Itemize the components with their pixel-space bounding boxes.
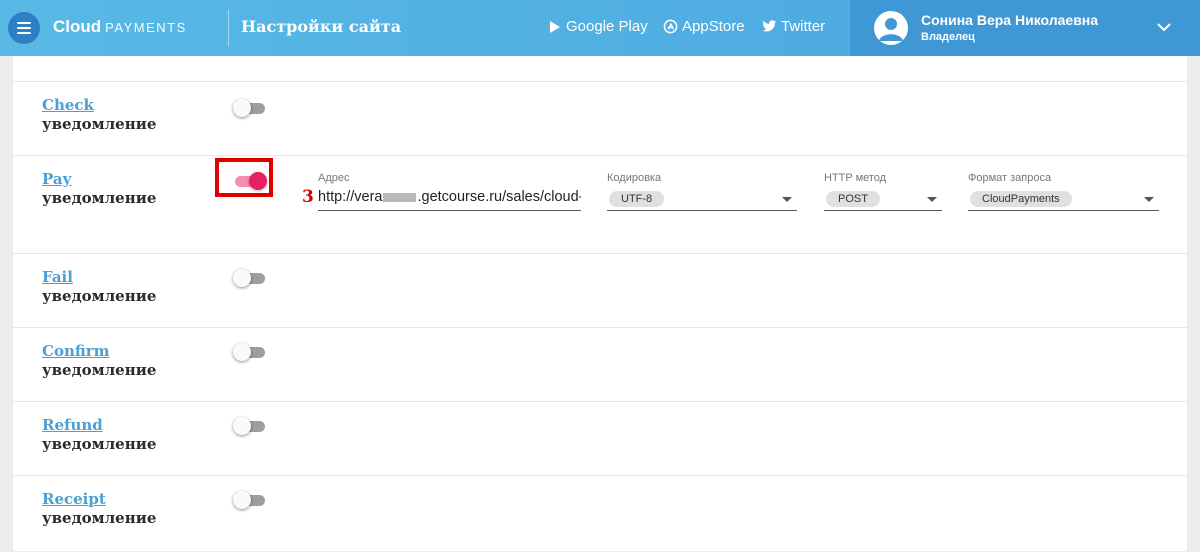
menu-button[interactable]	[8, 12, 40, 44]
notification-row-receipt: Receipt уведомление	[13, 475, 1187, 552]
user-icon	[879, 18, 903, 41]
logo[interactable]: Cloud PAYMENTS	[53, 17, 187, 37]
row-label: Receipt уведомление	[42, 490, 156, 528]
address-label: Адрес	[318, 172, 350, 184]
google-play-link[interactable]: Google Play	[548, 18, 648, 35]
receipt-toggle[interactable]	[233, 491, 267, 509]
notification-row-fail: Fail уведомление	[13, 253, 1187, 328]
notifications-card: Check уведомление Pay уведомление Адрес …	[13, 56, 1187, 551]
chevron-down-icon[interactable]	[1156, 22, 1172, 32]
pay-link[interactable]: Pay	[42, 170, 156, 189]
row-sublabel: уведомление	[42, 509, 157, 527]
confirm-toggle[interactable]	[233, 343, 267, 361]
twitter-link[interactable]: Twitter	[762, 18, 825, 35]
notification-row-confirm: Confirm уведомление	[13, 327, 1187, 402]
fail-link[interactable]: Fail	[42, 268, 156, 287]
encoding-select[interactable]: Кодировка UTF-8	[607, 172, 797, 211]
address-value[interactable]: http://vera .getcourse.ru/sales/cloud-p	[318, 189, 581, 205]
request-format-label: Формат запроса	[968, 172, 1052, 184]
caret-down-icon[interactable]	[1144, 197, 1154, 202]
redacted-block	[383, 192, 417, 202]
logo-light: PAYMENTS	[105, 20, 187, 35]
logo-bold: Cloud	[53, 17, 102, 36]
play-icon	[550, 20, 560, 33]
page-title: Настройки сайта	[241, 17, 402, 36]
pay-toggle-highlight	[215, 158, 273, 197]
refund-link[interactable]: Refund	[42, 416, 156, 435]
caret-down-icon[interactable]	[782, 197, 792, 202]
check-link[interactable]: Check	[42, 96, 156, 115]
row-sublabel: уведомление	[42, 361, 157, 379]
http-method-label: HTTP метод	[824, 172, 887, 184]
twitter-icon	[762, 20, 777, 32]
encoding-chip: UTF-8	[609, 191, 665, 207]
caret-down-icon[interactable]	[927, 197, 937, 202]
receipt-link[interactable]: Receipt	[42, 490, 156, 509]
row-sublabel: уведомление	[42, 115, 157, 133]
twitter-label: Twitter	[781, 18, 826, 35]
row-sublabel: уведомление	[42, 287, 157, 305]
row-label: Check уведомление	[42, 96, 156, 134]
request-format-chip: CloudPayments	[970, 191, 1072, 207]
user-name: Сонина Вера Николаевна	[921, 12, 1099, 28]
refund-toggle[interactable]	[233, 417, 267, 435]
user-menu[interactable]: Сонина Вера Николаевна Владелец	[850, 0, 1200, 56]
row-sublabel: уведомление	[42, 435, 157, 453]
check-toggle[interactable]	[233, 99, 267, 117]
annotation-marker: 3	[302, 187, 314, 207]
user-role: Владелец	[921, 31, 975, 43]
request-format-select[interactable]: Формат запроса CloudPayments	[968, 172, 1159, 211]
notification-row-pay: Pay уведомление Адрес http://vera .getcou…	[13, 155, 1187, 254]
header-divider	[228, 10, 229, 46]
top-header: Cloud PAYMENTS Настройки сайта Google Pla…	[0, 0, 1200, 56]
row-label: Fail уведомление	[42, 268, 156, 306]
appstore-link[interactable]: AppStore	[663, 18, 745, 35]
appstore-label: AppStore	[682, 18, 745, 35]
google-play-label: Google Play	[566, 18, 648, 35]
address-field[interactable]: Адрес http://vera .getcourse.ru/sales/clo…	[318, 172, 581, 211]
encoding-label: Кодировка	[607, 172, 662, 184]
confirm-link[interactable]: Confirm	[42, 342, 156, 361]
notification-row-refund: Refund уведомление	[13, 401, 1187, 476]
row-label: Pay уведомление	[42, 170, 156, 208]
fail-toggle[interactable]	[233, 269, 267, 287]
row-label: Refund уведомление	[42, 416, 156, 454]
scrollbar[interactable]	[1187, 56, 1200, 551]
http-method-select[interactable]: HTTP метод POST	[824, 172, 942, 211]
row-label: Confirm уведомление	[42, 342, 156, 380]
notification-row-check: Check уведомление	[13, 81, 1187, 156]
appstore-icon	[663, 19, 678, 34]
row-sublabel: уведомление	[42, 189, 157, 207]
avatar	[874, 11, 908, 45]
http-method-chip: POST	[826, 191, 880, 207]
